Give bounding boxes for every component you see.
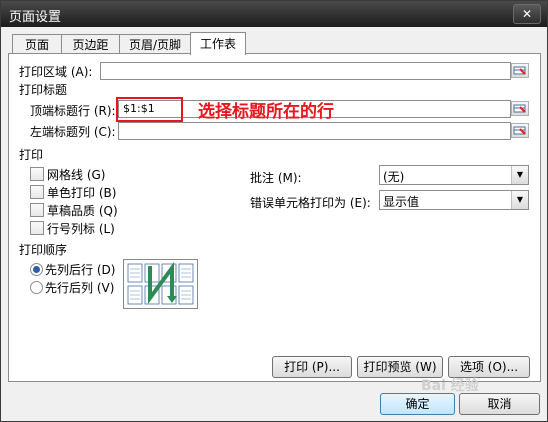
title-bar[interactable]: 页面设置 ✕	[1, 1, 547, 27]
range-select-icon	[513, 126, 526, 135]
tab-sheet[interactable]: 工作表	[190, 32, 246, 55]
down-then-over-radio[interactable]	[30, 263, 43, 276]
ok-button[interactable]: 确定	[380, 393, 455, 415]
columns-to-repeat-label: 左端标题列 (C):	[30, 125, 116, 139]
print-area-label: 打印区域 (A):	[19, 65, 93, 79]
over-then-down-radio[interactable]	[30, 281, 43, 294]
collapse-dialog-button-columns[interactable]	[511, 123, 529, 138]
close-button[interactable]: ✕	[513, 4, 541, 24]
rows-to-repeat-label: 顶端标题行 (R):	[30, 104, 116, 118]
print-area-input[interactable]	[100, 62, 511, 80]
black-and-white-label: 单色打印 (B)	[47, 186, 117, 200]
cell-errors-label: 错误单元格打印为 (E):	[250, 196, 371, 210]
down-then-over-label: 先列后行 (D)	[45, 263, 116, 277]
page-setup-dialog: 页面设置 ✕ 页面 页边距 页眉/页脚 工作表 打印区域 (A): 打印标题 顶…	[0, 0, 548, 422]
tab-header-footer[interactable]: 页眉/页脚	[119, 34, 191, 55]
draft-quality-label: 草稿品质 (Q)	[47, 204, 118, 218]
page-order-preview-image	[123, 259, 198, 309]
chevron-down-icon: ▼	[511, 166, 528, 184]
columns-to-repeat-input[interactable]	[118, 122, 511, 140]
gridlines-checkbox[interactable]	[30, 167, 44, 181]
page-order-preview-icon	[127, 261, 194, 305]
draft-quality-checkbox[interactable]	[30, 203, 44, 217]
over-then-down-label: 先行后列 (V)	[45, 281, 115, 295]
comments-label: 批注 (M):	[250, 171, 302, 185]
comments-select[interactable]: (无) ▼	[379, 165, 529, 185]
cell-errors-select[interactable]: 显示值 ▼	[379, 190, 529, 210]
page-order-heading: 打印顺序	[19, 243, 68, 257]
comments-value: (无)	[383, 170, 405, 184]
tab-margins[interactable]: 页边距	[61, 34, 120, 55]
cell-errors-value: 显示值	[383, 195, 420, 209]
print-titles-heading: 打印标题	[19, 83, 68, 97]
range-select-icon	[513, 104, 526, 113]
collapse-dialog-button-rows[interactable]	[511, 101, 529, 116]
gridlines-label: 网格线 (G)	[47, 168, 106, 182]
close-icon: ✕	[521, 7, 533, 21]
black-and-white-checkbox[interactable]	[30, 185, 44, 199]
row-col-headings-label: 行号列标 (L)	[47, 222, 115, 236]
row-col-headings-checkbox[interactable]	[30, 221, 44, 235]
chevron-down-icon: ▼	[511, 191, 528, 209]
print-heading: 打印	[19, 148, 44, 162]
watermark: Bai 经验	[421, 378, 479, 394]
highlight-box	[116, 97, 183, 122]
print-button[interactable]: 打印 (P)...	[272, 356, 352, 378]
range-select-icon	[513, 66, 526, 75]
tab-page[interactable]: 页面	[12, 34, 62, 55]
dialog-title: 页面设置	[9, 10, 62, 25]
cancel-button[interactable]: 取消	[459, 393, 540, 415]
annotation-text: 选择标题所在的行	[198, 102, 334, 122]
collapse-dialog-button-print-area[interactable]	[511, 63, 529, 78]
